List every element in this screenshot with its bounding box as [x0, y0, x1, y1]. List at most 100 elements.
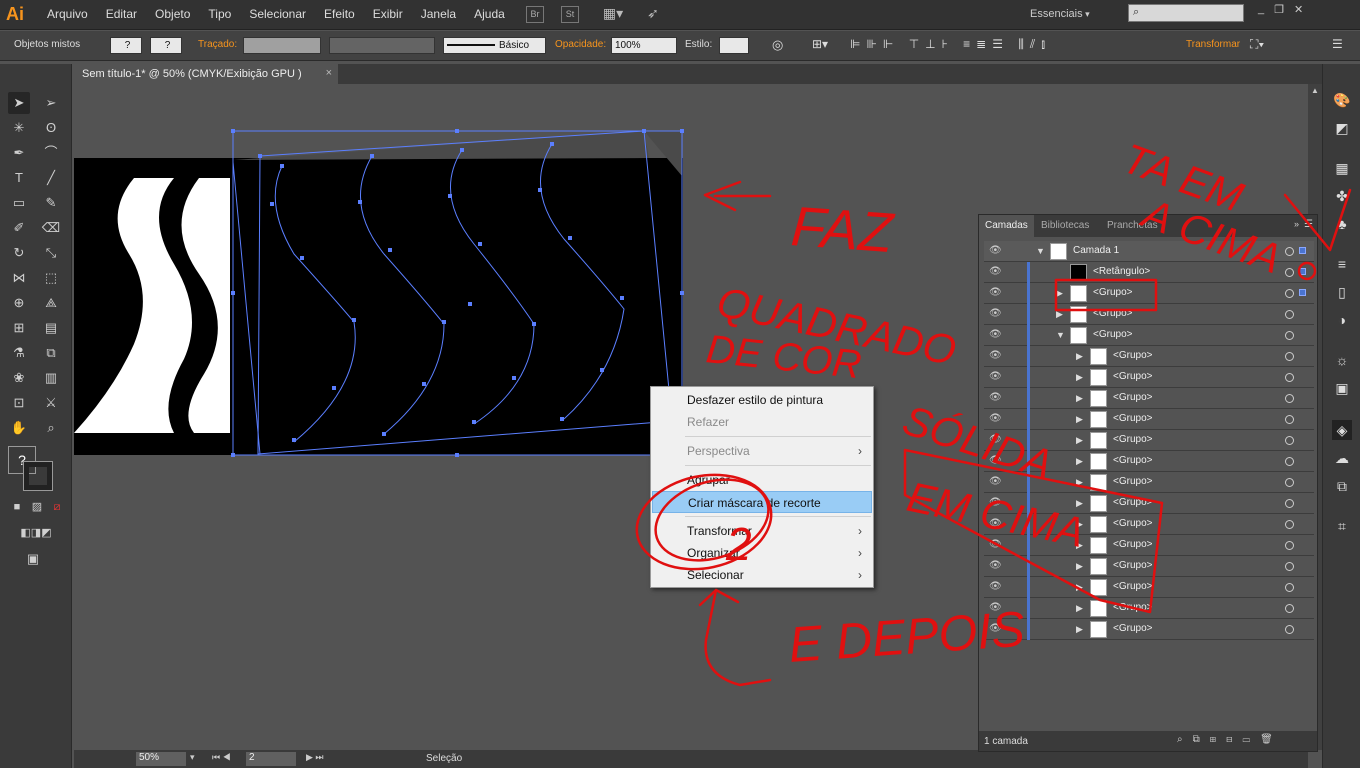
transparency-panel-icon[interactable]: ◑ [1332, 310, 1352, 330]
target-circle-icon[interactable] [1285, 604, 1294, 613]
collapse-triangle-icon[interactable]: ▼ [1036, 245, 1046, 257]
expand-triangle-icon[interactable]: ▶ [1076, 623, 1086, 635]
expand-triangle-icon[interactable]: ▶ [1076, 371, 1086, 383]
visibility-eye-icon[interactable]: 👁 [989, 497, 1003, 509]
expand-triangle-icon[interactable]: ▶ [1076, 455, 1086, 467]
expand-triangle-icon[interactable]: ▶ [1056, 287, 1066, 299]
align-icons[interactable]: ⊫⊪⊩ ⊤⊥⊦ ≡≣☰ ⫼⫽⫾ [850, 37, 1051, 52]
expand-triangle-icon[interactable]: ▶ [1076, 581, 1086, 593]
screen-mode-icon[interactable]: ▣ [22, 548, 44, 570]
brushes-panel-icon[interactable]: ✤ [1332, 186, 1352, 206]
menu-item-transform[interactable]: Transformar › [652, 520, 872, 542]
target-circle-icon[interactable] [1285, 541, 1294, 550]
menu-item-make-clipping-mask[interactable]: Criar máscara de recorte [652, 491, 872, 513]
symbol-sprayer-tool-icon[interactable]: ❀ [8, 367, 30, 389]
stock-button[interactable]: St [561, 6, 579, 23]
search-input[interactable]: ⌕ [1128, 4, 1244, 22]
symbols-panel-icon[interactable]: ♣ [1332, 214, 1352, 234]
menu-ajuda[interactable]: Ajuda [465, 7, 514, 21]
tab-libraries[interactable]: Bibliotecas [1035, 215, 1095, 237]
sublayer-row[interactable]: 👁 ▶ <Grupo> [984, 535, 1314, 556]
expand-triangle-icon[interactable]: ▶ [1056, 308, 1066, 320]
layer-name[interactable]: <Retângulo> [1093, 266, 1150, 277]
target-circle-icon[interactable] [1285, 352, 1294, 361]
libraries-panel-icon[interactable]: ☁ [1332, 448, 1352, 468]
target-circle-icon[interactable] [1285, 331, 1294, 340]
target-circle-icon[interactable] [1285, 625, 1294, 634]
menu-tipo[interactable]: Tipo [199, 7, 240, 21]
target-circle-icon[interactable] [1285, 562, 1294, 571]
shape-builder-tool-icon[interactable]: ⊕ [8, 292, 30, 314]
swatches-panel-icon[interactable]: ▦ [1332, 158, 1352, 178]
selection-indicator[interactable] [1299, 289, 1306, 296]
layer-name[interactable]: <Grupo> [1113, 602, 1152, 613]
target-circle-icon[interactable] [1285, 373, 1294, 382]
direct-selection-tool-icon[interactable]: ➢ [40, 92, 62, 114]
menu-janela[interactable]: Janela [412, 7, 465, 21]
rectangle-tool-icon[interactable]: ▭ [8, 192, 30, 214]
selection-indicator[interactable] [1299, 268, 1306, 275]
sublayer-row[interactable]: 👁 ▶ <Grupo> [984, 619, 1314, 640]
variable-width-profile[interactable] [329, 37, 435, 54]
menu-item-perspective[interactable]: Perspectiva › [652, 440, 872, 462]
lasso-tool-icon[interactable]: ʘ [40, 117, 62, 139]
layer-name[interactable]: <Grupo> [1113, 455, 1152, 466]
visibility-eye-icon[interactable]: 👁 [989, 371, 1003, 383]
hand-tool-icon[interactable]: ✋ [8, 417, 30, 439]
target-circle-icon[interactable] [1285, 247, 1294, 256]
perspective-grid-tool-icon[interactable]: ⟁ [40, 292, 62, 314]
brush-definition[interactable]: Básico [443, 37, 546, 54]
close-button[interactable]: ✕ [1294, 3, 1303, 16]
gradient-panel-icon[interactable]: ▯ [1332, 282, 1352, 302]
expand-triangle-icon[interactable]: ▶ [1076, 476, 1086, 488]
menu-editar[interactable]: Editar [97, 7, 146, 21]
visibility-eye-icon[interactable]: 👁 [989, 329, 1003, 341]
sublayer-row[interactable]: 👁 ▶ <Grupo> [984, 304, 1314, 325]
zoom-dropdown-icon[interactable]: ▾ [190, 752, 195, 763]
visibility-eye-icon[interactable]: 👁 [989, 602, 1003, 614]
transform-panel-icon[interactable]: ⌗ [1332, 516, 1352, 536]
target-circle-icon[interactable] [1285, 289, 1294, 298]
scale-tool-icon[interactable]: ⤡ [40, 242, 62, 264]
opacity-label[interactable]: Opacidade: [555, 39, 606, 50]
selection-indicator[interactable] [1299, 247, 1306, 254]
target-circle-icon[interactable] [1285, 457, 1294, 466]
sublayer-row[interactable]: 👁 ▶ <Grupo> [984, 409, 1314, 430]
visibility-eye-icon[interactable]: 👁 [989, 434, 1003, 446]
menu-arquivo[interactable]: Arquivo [38, 7, 97, 21]
visibility-eye-icon[interactable]: 👁 [989, 350, 1003, 362]
expand-triangle-icon[interactable]: ▶ [1076, 497, 1086, 509]
menu-item-redo[interactable]: Refazer [652, 411, 872, 433]
artboard-nav-prev-icon[interactable]: ⏮ ◀ [212, 752, 231, 763]
sublayer-row[interactable]: 👁 ▶ <Grupo> [984, 514, 1314, 535]
menu-exibir[interactable]: Exibir [364, 7, 412, 21]
target-circle-icon[interactable] [1285, 478, 1294, 487]
expand-triangle-icon[interactable]: ▶ [1076, 560, 1086, 572]
visibility-eye-icon[interactable]: 👁 [989, 539, 1003, 551]
column-graph-tool-icon[interactable]: ▥ [40, 367, 62, 389]
zoom-field[interactable]: 50% [136, 752, 186, 766]
minimize-button[interactable]: _ [1258, 3, 1264, 16]
eraser-tool-icon[interactable]: ⌫ [40, 217, 62, 239]
layer-name[interactable]: <Grupo> [1093, 308, 1132, 319]
sublayer-row[interactable]: 👁 ▶ <Grupo> [984, 367, 1314, 388]
target-circle-icon[interactable] [1285, 310, 1294, 319]
free-transform-tool-icon[interactable]: ⬚ [40, 267, 62, 289]
shaper-tool-icon[interactable]: ✐ [8, 217, 30, 239]
sublayer-row[interactable]: 👁 ▶ <Grupo> [984, 577, 1314, 598]
collapse-triangle-icon[interactable]: ▼ [1056, 329, 1066, 341]
stroke-label[interactable]: Traçado: [198, 39, 237, 50]
color-panel-icon[interactable]: 🎨 [1332, 90, 1352, 110]
target-circle-icon[interactable] [1285, 520, 1294, 529]
layer-name[interactable]: <Grupo> [1113, 392, 1152, 403]
workspace-switcher[interactable]: Essenciais [1030, 8, 1090, 20]
target-circle-icon[interactable] [1285, 499, 1294, 508]
visibility-eye-icon[interactable]: 👁 [989, 560, 1003, 572]
expand-triangle-icon[interactable]: ▶ [1076, 350, 1086, 362]
paintbrush-tool-icon[interactable]: ✎ [40, 192, 62, 214]
layer-row[interactable]: 👁 ▼ Camada 1 [984, 241, 1314, 262]
target-circle-icon[interactable] [1285, 268, 1294, 277]
layer-name[interactable]: <Grupo> [1113, 350, 1152, 361]
layer-name[interactable]: <Grupo> [1113, 581, 1152, 592]
menu-objeto[interactable]: Objeto [146, 7, 199, 21]
